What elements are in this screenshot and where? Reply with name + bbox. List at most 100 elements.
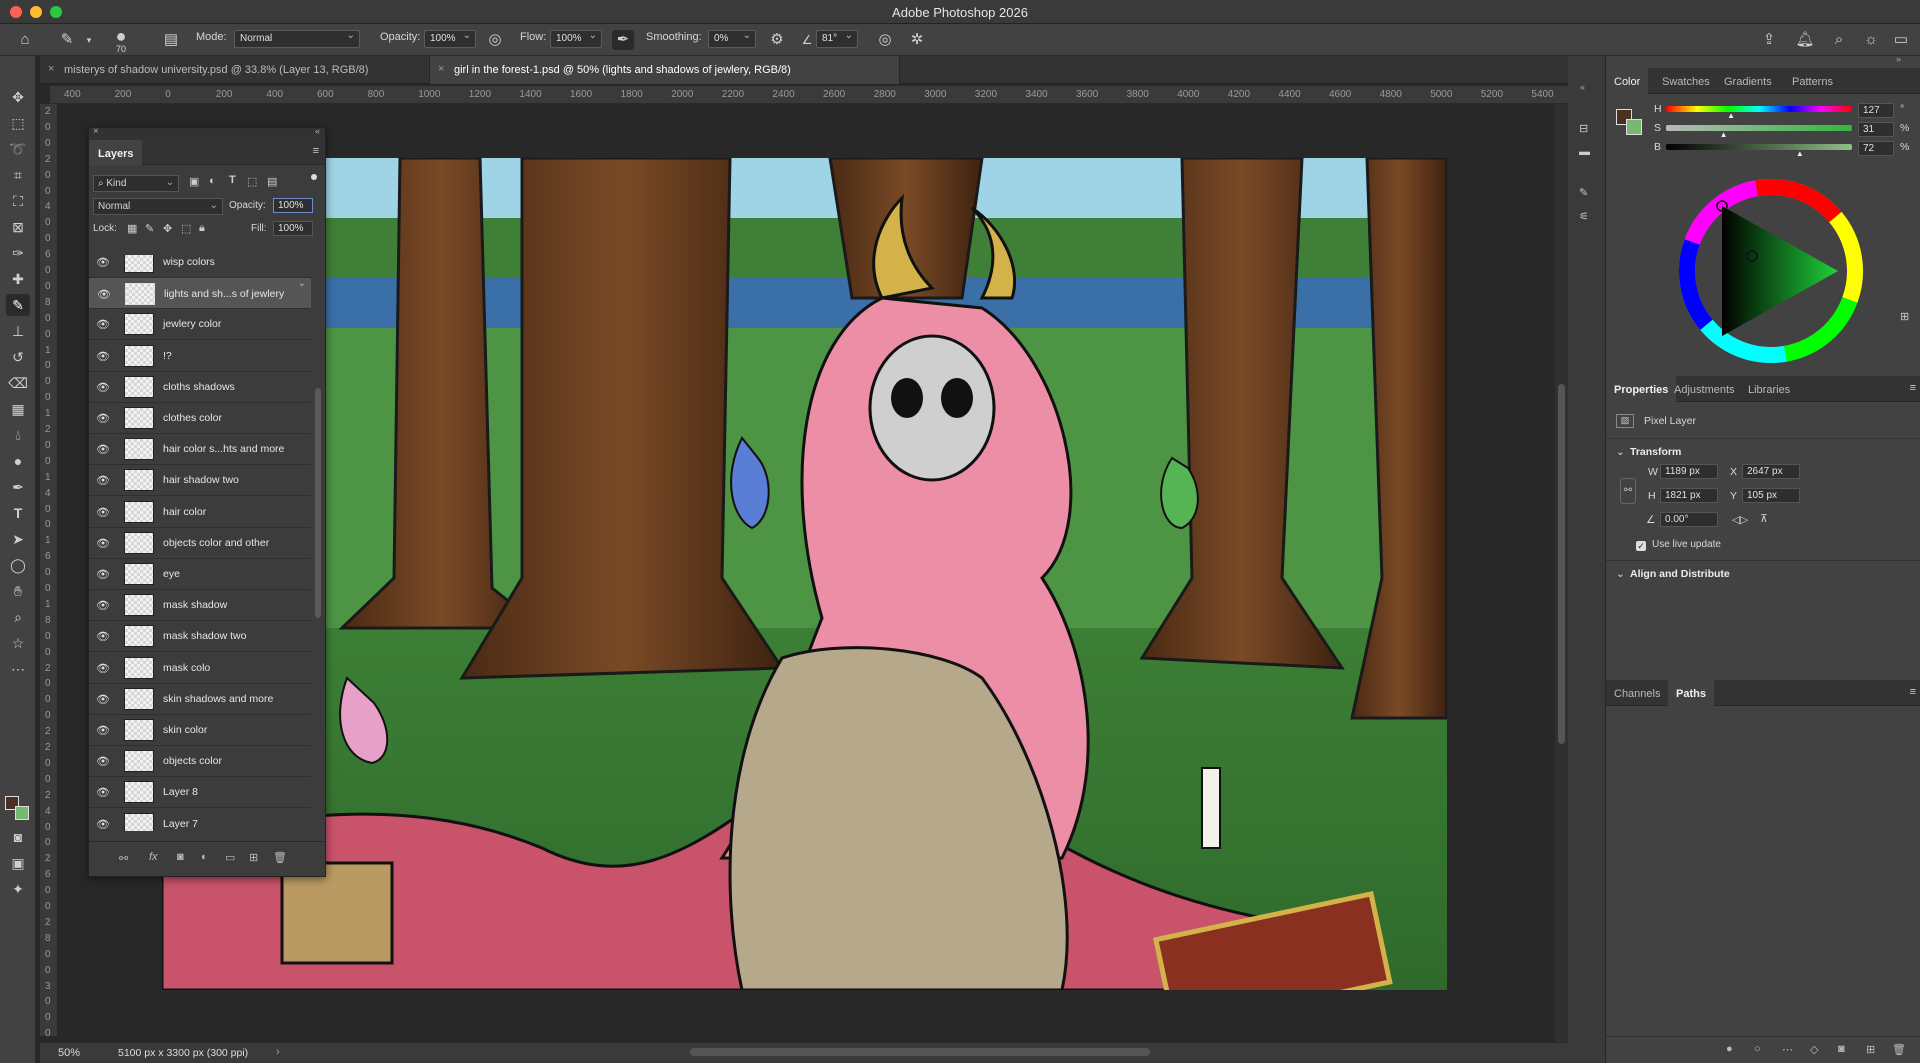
layer-row[interactable]: 👁︎ hair color [89,497,311,528]
saturation-slider-knob[interactable]: ▲ [1720,130,1728,139]
clone-stamp-tool-icon[interactable]: ⊥ [6,320,30,342]
angle-input[interactable]: 0.00° [1660,512,1718,527]
layer-thumbnail[interactable] [124,407,154,429]
tab-layers[interactable]: Layers [89,140,143,165]
lock-artboard-icon[interactable]: ⬚ [181,222,191,235]
new-path-icon[interactable]: ⊞ [1866,1043,1875,1056]
layer-thumbnail[interactable] [124,375,154,398]
shape-filter-icon[interactable]: ⬚ [247,175,257,188]
horizontal-scrollbar-thumb[interactable] [690,1048,1150,1056]
layer-thumbnail[interactable] [124,687,154,710]
pixel-filter-icon[interactable]: ▣ [189,175,199,188]
stroke-path-icon[interactable]: ○ [1754,1043,1761,1055]
make-path-icon[interactable]: ◇ [1810,1043,1818,1056]
fill-path-icon[interactable]: ● [1726,1043,1733,1055]
generative-icon[interactable]: ✦ [6,878,30,900]
brightness-slider-knob[interactable]: ▲ [1796,149,1804,158]
eye-icon[interactable]: 👁︎ [96,755,110,768]
layer-thumbnail[interactable] [124,594,154,617]
brush-settings-icon[interactable]: ▤ [160,30,182,50]
brush-tool-icon[interactable]: ✎ [6,294,30,316]
chevron-right-icon[interactable]: › [276,1046,280,1058]
eye-icon[interactable]: 👁︎ [96,786,110,799]
eye-icon[interactable]: 👁︎ [96,443,110,456]
layer-thumbnail[interactable] [124,750,154,773]
screen-mode-icon[interactable]: ▣ [6,852,30,874]
path-selection-tool-icon[interactable]: ➤ [6,528,30,550]
eye-icon[interactable]: 👁︎ [96,818,110,831]
home-icon[interactable]: ⌂ [14,30,36,50]
pressure-opacity-icon[interactable]: ◎ [484,30,506,50]
collapse-icon[interactable]: « [315,126,320,136]
eyedropper-tool-icon[interactable]: ✑ [6,242,30,264]
zoom-level[interactable]: 50% [58,1047,80,1059]
share-icon[interactable]: ⇪ [1758,30,1780,50]
color-wheel[interactable] [1678,178,1864,364]
filter-kind-select[interactable]: ⌕ Kind ⌄ [93,175,179,192]
tab-girl-in-the-forest[interactable]: × girl in the forest-1.psd @ 50% (lights… [430,56,900,84]
layer-thumbnail[interactable] [124,500,154,523]
angle-input[interactable]: 81° [816,30,858,48]
workspace-icon[interactable]: ▭ [1890,30,1912,50]
type-tool-icon[interactable]: T [6,502,30,524]
smoothing-input[interactable]: 0% [708,30,756,48]
tab-color[interactable]: Color [1606,68,1649,94]
align-distribute-heading[interactable]: Align and Distribute [1630,568,1730,580]
eye-icon[interactable]: 👁︎ [96,350,110,363]
layer-thumbnail[interactable] [125,283,155,306]
add-icon[interactable]: ⊞ [1900,310,1909,323]
new-layer-icon[interactable]: ⊞ [249,851,258,864]
eye-icon[interactable]: 👁︎ [96,381,110,394]
star-icon[interactable]: ☆ [6,632,30,654]
eye-icon[interactable]: 👁︎ [96,630,110,643]
link-layers-icon[interactable]: ⚯ [119,852,128,865]
airbrush-icon[interactable]: ✒ [612,30,634,50]
tab-channels[interactable]: Channels [1606,680,1668,706]
marquee-tool-icon[interactable]: ⬚ [6,112,30,134]
hue-slider[interactable] [1666,106,1852,112]
chevron-down-icon[interactable]: ▾ [78,30,100,50]
flow-input[interactable]: 100% [550,30,602,48]
tab-patterns[interactable]: Patterns [1784,68,1841,94]
dodge-tool-icon[interactable]: ● [6,450,30,472]
flip-horizontal-icon[interactable]: ◁▷ [1732,514,1748,526]
artwork-image[interactable] [162,158,1447,990]
eraser-tool-icon[interactable]: ⌫ [6,372,30,394]
panel-menu-icon[interactable]: ≡ [313,145,319,157]
x-input[interactable]: 2647 px [1742,464,1800,479]
comments-icon[interactable]: ▬ [1579,146,1590,158]
close-icon[interactable]: × [48,63,54,75]
brush-settings-icon[interactable]: ✎ [1579,186,1588,199]
layer-thumbnail[interactable] [124,563,154,585]
layer-row[interactable]: 👁︎ cloths shadows [89,372,311,403]
width-input[interactable]: 1189 px [1660,464,1718,479]
type-filter-icon[interactable]: T [229,174,236,186]
layer-thumbnail[interactable] [124,469,154,492]
lock-position-icon[interactable]: ✥ [163,222,172,235]
layer-row[interactable]: 👁︎ mask shadow [89,590,311,622]
more-tools-icon[interactable]: ⋯ [6,658,30,680]
eye-icon[interactable]: 👁︎ [96,724,110,737]
layer-opacity-input[interactable]: 100% [273,198,313,213]
gear-icon[interactable]: ⚙ [766,30,788,50]
layer-row[interactable]: 👁︎ objects color and other [89,528,311,559]
background-color-swatch[interactable] [15,806,29,820]
expand-icon[interactable]: » [1896,54,1901,64]
new-group-icon[interactable]: ▭ [225,851,235,864]
layer-style-icon[interactable]: fx [149,851,158,863]
s-value-input[interactable]: 31 [1858,122,1894,137]
adjust-sliders-icon[interactable]: ⚟ [1579,210,1589,223]
gradient-tool-icon[interactable]: ▦ [6,398,30,420]
quick-mask-icon[interactable]: ◙ [6,826,30,848]
layer-thumbnail[interactable] [124,625,154,648]
healing-brush-tool-icon[interactable]: ✚ [6,268,30,290]
layers-scrollbar[interactable] [315,388,321,618]
eye-icon[interactable]: 👁︎ [96,506,110,519]
eye-icon[interactable]: 👁︎ [96,537,110,550]
eye-icon[interactable]: 👁︎ [96,568,110,581]
vertical-scrollbar-thumb[interactable] [1558,384,1565,744]
pressure-size-icon[interactable]: ◎ [874,30,896,50]
lock-image-icon[interactable]: ✎ [145,222,154,235]
lasso-tool-icon[interactable]: ➰ [6,138,30,160]
y-input[interactable]: 105 px [1742,488,1800,503]
